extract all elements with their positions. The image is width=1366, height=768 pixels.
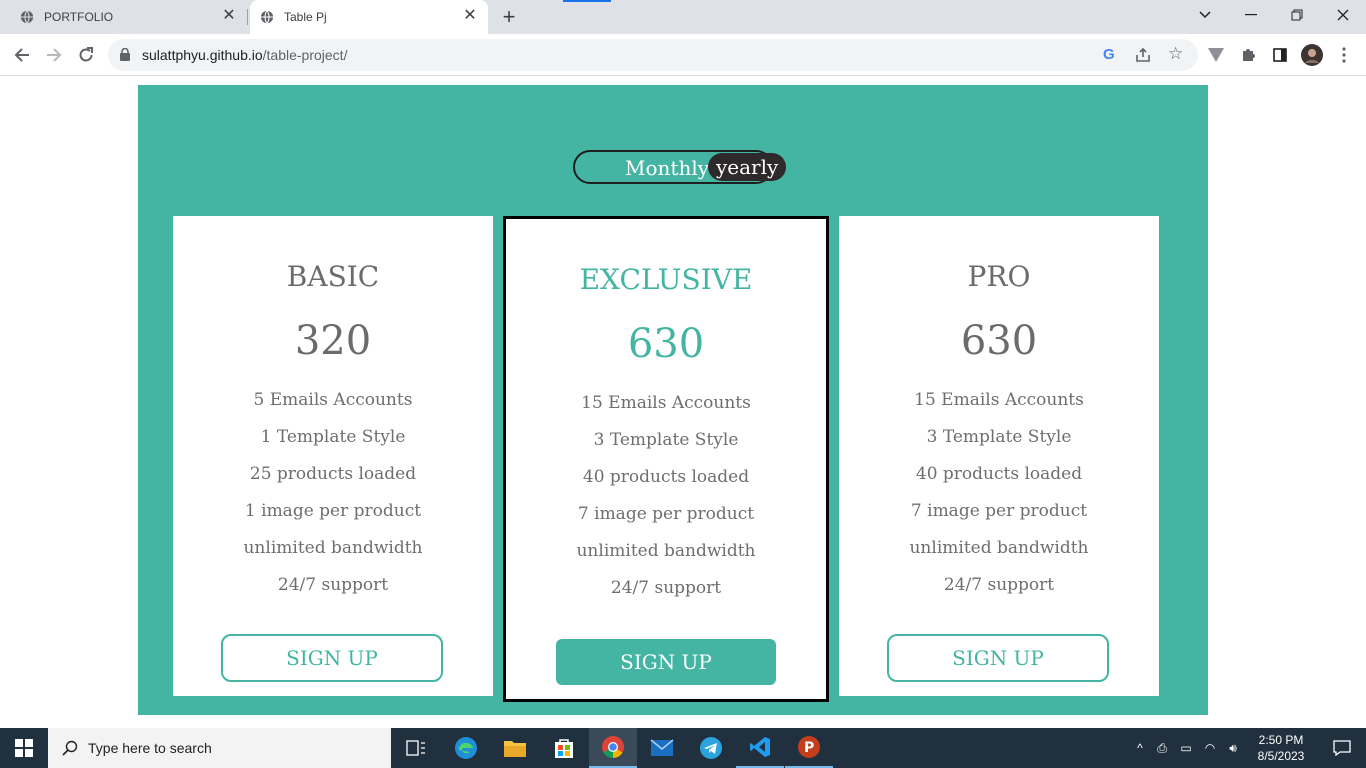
wifi-icon[interactable]: ◠: [1198, 741, 1222, 755]
notification-icon[interactable]: [1318, 728, 1366, 768]
tab-table-pj[interactable]: Table Pj ✕: [250, 0, 488, 34]
bookmark-star-icon[interactable]: ☆: [1168, 44, 1183, 64]
store-icon[interactable]: [540, 728, 588, 768]
clock-time: 2:50 PM: [1258, 733, 1304, 747]
minimize-button[interactable]: [1228, 0, 1274, 30]
feature-item: 15 Emails Accounts: [914, 390, 1084, 410]
feature-item: 24/7 support: [277, 575, 389, 595]
loading-indicator: [563, 0, 611, 2]
plan-name: PRO: [967, 260, 1031, 293]
system-tray: ^ ⎙ ▭ ◠ 🔊︎: [1130, 728, 1244, 768]
meet-now-icon[interactable]: ⎙: [1150, 741, 1174, 756]
billing-toggle[interactable]: Monthly yearly: [573, 150, 787, 184]
reload-icon[interactable]: [74, 43, 98, 67]
address-bar[interactable]: sulattphyu.github.io/table-project/ G ☆: [108, 39, 1198, 71]
toggle-monthly[interactable]: Monthly: [625, 156, 709, 180]
search-icon: [62, 740, 78, 756]
signup-button[interactable]: SIGN UP: [221, 634, 443, 682]
feature-item: unlimited bandwidth: [909, 538, 1089, 558]
chrome-icon[interactable]: [589, 728, 637, 768]
back-icon[interactable]: [10, 43, 34, 67]
restore-button[interactable]: [1274, 0, 1320, 30]
feature-item: 25 products loaded: [249, 464, 417, 484]
globe-icon: [20, 10, 34, 24]
side-panel-icon[interactable]: [1268, 43, 1292, 67]
feature-item: 40 products loaded: [915, 464, 1083, 484]
plan-card-basic: BASIC 320 5 Emails Accounts 1 Template S…: [173, 216, 493, 696]
feature-item: 40 products loaded: [582, 467, 750, 487]
battery-icon[interactable]: ▭: [1174, 741, 1198, 755]
powerpoint-icon[interactable]: P: [785, 728, 833, 768]
feature-item: 24/7 support: [610, 578, 722, 598]
feature-item: 7 image per product: [910, 501, 1088, 521]
feature-item: unlimited bandwidth: [243, 538, 423, 558]
taskbar: Type here to search P ^ ⎙ ▭ ◠ 🔊︎ 2:50 PM…: [0, 728, 1366, 768]
page-viewport: Monthly yearly BASIC 320 5 Emails Accoun…: [0, 77, 1366, 728]
pricing-section: Monthly yearly BASIC 320 5 Emails Accoun…: [138, 85, 1208, 715]
feature-item: 1 image per product: [244, 501, 422, 521]
windows-start-icon[interactable]: [0, 728, 48, 768]
tab-separator: [247, 9, 248, 25]
extension-icon[interactable]: [1204, 43, 1228, 67]
feature-item: 3 Template Style: [926, 427, 1072, 447]
share-icon[interactable]: [1135, 47, 1151, 63]
feature-item: 1 Template Style: [260, 427, 406, 447]
feature-list: 5 Emails Accounts 1 Template Style 25 pr…: [173, 386, 493, 608]
feature-item: 24/7 support: [943, 575, 1055, 595]
new-tab-button[interactable]: +: [498, 6, 520, 28]
telegram-icon[interactable]: [687, 728, 735, 768]
plan-price: 630: [627, 321, 705, 367]
tab-title: Table Pj: [284, 10, 327, 24]
volume-icon[interactable]: 🔊︎: [1222, 741, 1244, 756]
google-icon[interactable]: G: [1103, 46, 1115, 63]
tab-portfolio[interactable]: PORTFOLIO ✕: [0, 0, 247, 34]
plan-name: BASIC: [286, 260, 380, 293]
show-hidden-icons-icon[interactable]: ^: [1130, 741, 1150, 755]
signup-button[interactable]: SIGN UP: [887, 634, 1109, 682]
close-window-button[interactable]: [1320, 0, 1366, 30]
tab-strip: PORTFOLIO ✕ Table Pj ✕ +: [0, 0, 1366, 34]
feature-list: 15 Emails Accounts 3 Template Style 40 p…: [839, 386, 1159, 608]
plan-price: 320: [294, 318, 372, 364]
clock-date: 8/5/2023: [1257, 749, 1305, 763]
globe-icon: [260, 10, 274, 24]
plan-card-pro: PRO 630 15 Emails Accounts 3 Template St…: [839, 216, 1159, 696]
plan-card-exclusive: EXCLUSIVE 630 15 Emails Accounts 3 Templ…: [503, 216, 829, 702]
browser-toolbar: sulattphyu.github.io/table-project/ G ☆: [0, 34, 1366, 76]
file-explorer-icon[interactable]: [491, 728, 539, 768]
close-tab-icon[interactable]: ✕: [221, 8, 237, 24]
lock-icon[interactable]: [120, 48, 130, 61]
search-placeholder: Type here to search: [88, 740, 212, 756]
edge-icon[interactable]: [442, 728, 490, 768]
taskbar-search[interactable]: Type here to search: [48, 728, 391, 768]
close-tab-icon[interactable]: ✕: [462, 8, 478, 24]
plan-price: 630: [960, 318, 1038, 364]
forward-icon[interactable]: [42, 43, 66, 67]
feature-item: 15 Emails Accounts: [581, 393, 751, 413]
feature-item: unlimited bandwidth: [576, 541, 756, 561]
feature-item: 3 Template Style: [593, 430, 739, 450]
plan-name: EXCLUSIVE: [579, 263, 753, 296]
menu-kebab-icon[interactable]: [1332, 43, 1356, 67]
extensions-puzzle-icon[interactable]: [1236, 43, 1260, 67]
feature-item: 7 image per product: [577, 504, 755, 524]
profile-avatar[interactable]: [1300, 43, 1324, 67]
mail-icon[interactable]: [638, 728, 686, 768]
feature-item: 5 Emails Accounts: [253, 390, 413, 410]
url-text[interactable]: sulattphyu.github.io/table-project/: [142, 47, 347, 63]
tab-title: PORTFOLIO: [44, 10, 114, 24]
task-view-icon[interactable]: [392, 728, 440, 768]
signup-button[interactable]: SIGN UP: [556, 639, 776, 685]
tab-search-icon[interactable]: [1182, 0, 1228, 30]
svg-text:P: P: [804, 740, 814, 756]
clock[interactable]: 2:50 PM 8/5/2023: [1248, 732, 1314, 764]
vscode-icon[interactable]: [736, 728, 784, 768]
toggle-yearly[interactable]: yearly: [708, 153, 787, 181]
feature-list: 15 Emails Accounts 3 Template Style 40 p…: [506, 389, 826, 611]
